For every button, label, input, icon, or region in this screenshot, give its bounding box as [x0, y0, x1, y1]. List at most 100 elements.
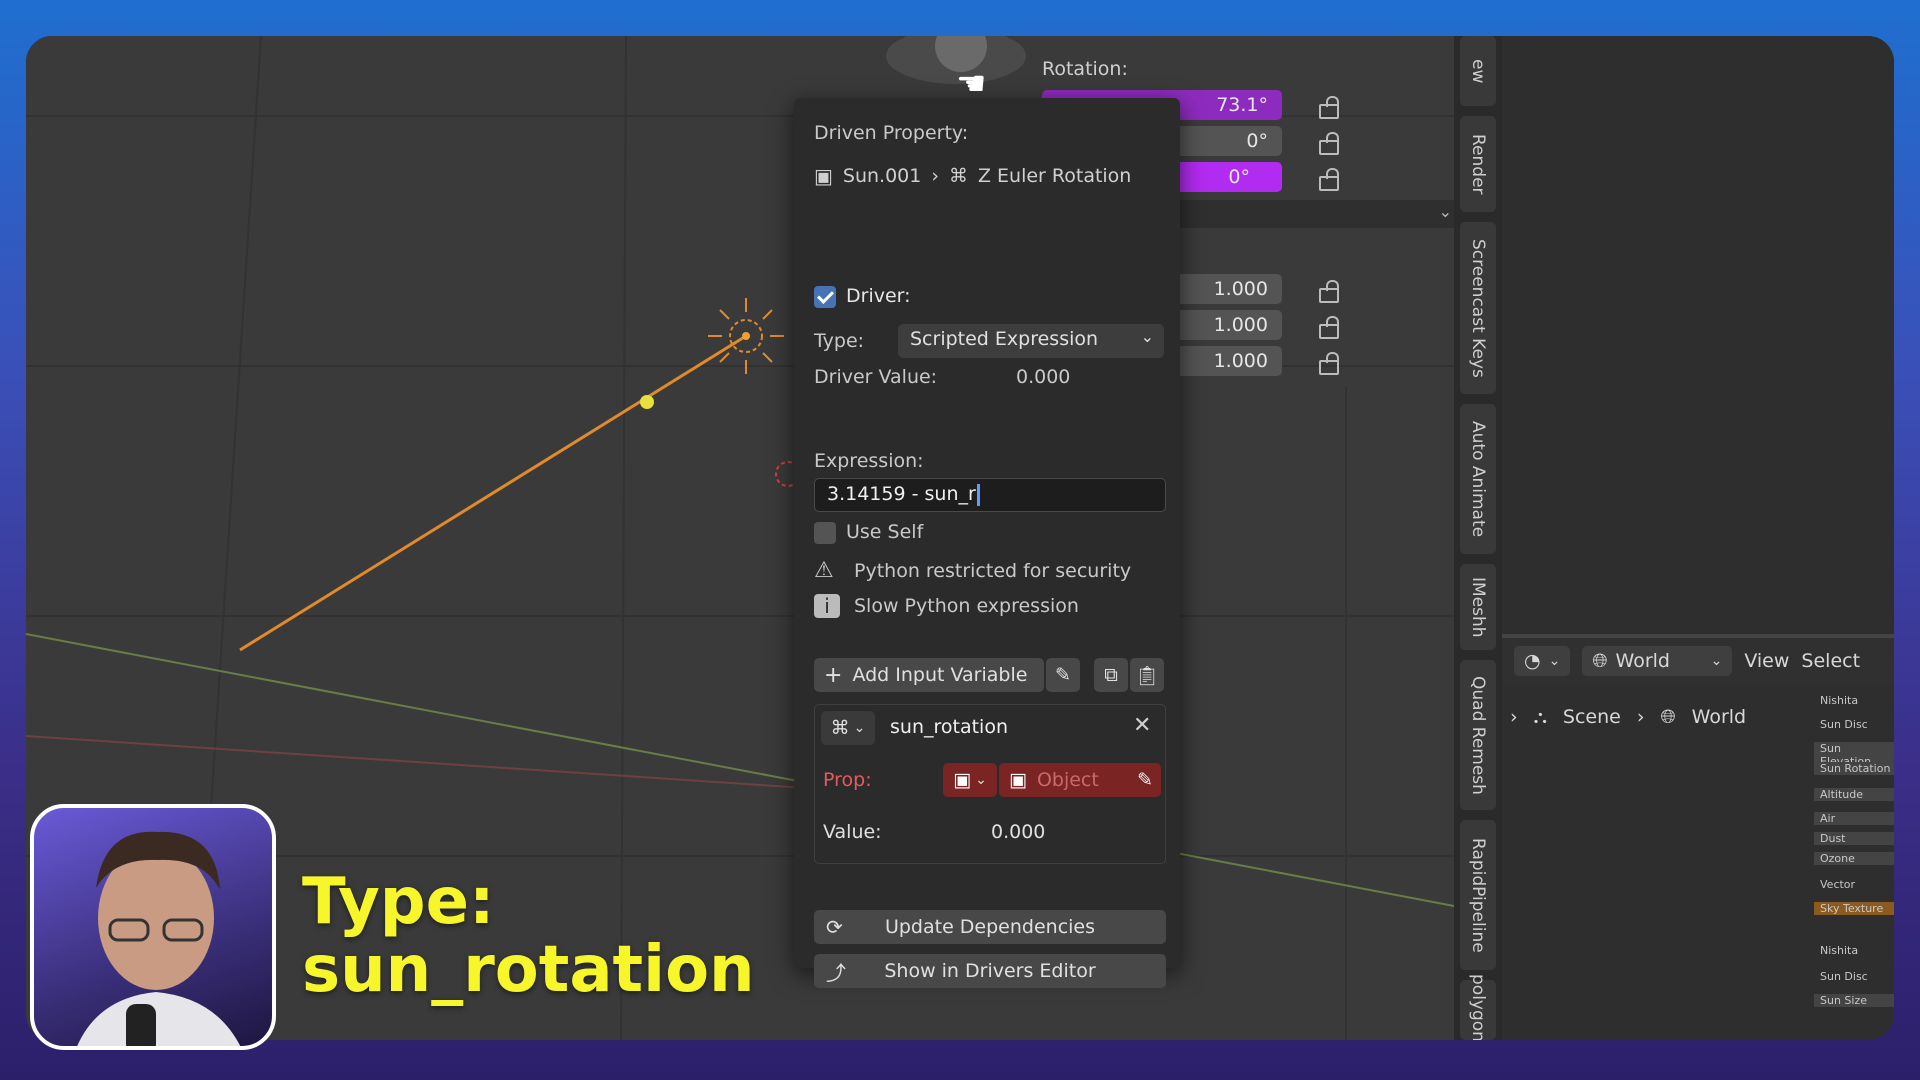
tab-imeshh[interactable]: IMeshh — [1460, 564, 1496, 650]
caption-line-1: Type: — [302, 865, 495, 939]
shader-editor-header: ◔ ⌄ 🌐︎ World ⌄ View Select — [1502, 634, 1894, 684]
type-label: Type: — [814, 330, 865, 352]
variable-panel: ⌘ ⌄ sun_rotation ✕ Prop: ▣ ⌄ ▣ Object ✎ … — [814, 704, 1166, 864]
view-menu[interactable]: View — [1744, 650, 1789, 672]
chevron-down-icon: ⌄ — [1438, 202, 1452, 221]
node-item[interactable]: Dust — [1814, 832, 1894, 845]
plus-icon: + — [824, 662, 843, 688]
node-item[interactable]: Altitude — [1814, 788, 1894, 801]
chevron-down-icon: ⌄ — [853, 720, 866, 736]
copy-icon: ⧉ — [1104, 664, 1118, 686]
variable-name-input[interactable]: sun_rotation — [877, 711, 1121, 745]
paste-icon: 📋︎ — [1134, 664, 1160, 687]
node-item: Nishita — [1820, 944, 1859, 957]
sky-texture-node[interactable]: Nishita Sun Disc Sun Elevation Sun Rotat… — [1814, 694, 1894, 1040]
select-menu[interactable]: Select — [1801, 650, 1860, 672]
tab-polygoni[interactable]: polygoni — [1460, 974, 1496, 1040]
warning-icon: ⚠ — [814, 558, 834, 583]
hand-cursor-icon: ☚ — [956, 64, 987, 104]
object-icon: ▣ — [1009, 769, 1027, 791]
lock-icon[interactable] — [1316, 96, 1339, 119]
expression-label: Expression: — [814, 450, 924, 472]
node-item[interactable]: Air — [1814, 812, 1894, 825]
object-icon: ▣ — [953, 769, 972, 791]
editor-type-dropdown[interactable]: ◔ ⌄ — [1514, 646, 1571, 676]
driver-editor-popup: Driven Property: ▣ Sun.001 › ⌘ Z Euler R… — [794, 98, 1180, 988]
driver-value: 0.000 — [1016, 366, 1071, 388]
shader-editor-area: ◔ ⌄ 🌐︎ World ⌄ View Select › ⛬ Scene › 🌐… — [1502, 36, 1894, 1040]
chevron-down-icon: ⌄ — [1140, 327, 1154, 346]
tab-quad-remesh[interactable]: Quad Remesh — [1460, 660, 1496, 810]
breadcrumb-world[interactable]: World — [1692, 706, 1746, 728]
paste-variables-button[interactable]: 📋︎ — [1130, 658, 1164, 692]
euler-rotation-icon: ⌘ — [948, 165, 968, 187]
update-dependencies-button[interactable]: ⟳ Update Dependencies — [814, 910, 1166, 944]
object-name: Sun.001 — [842, 165, 922, 187]
node-item[interactable]: Sky Texture — [1814, 902, 1894, 915]
world-sphere-icon: ◔ — [1524, 650, 1541, 672]
show-in-drivers-editor-button[interactable]: ⤴ Show in Drivers Editor — [814, 954, 1166, 988]
tab-screencast-keys[interactable]: Screencast Keys — [1460, 222, 1496, 394]
lock-icon[interactable] — [1316, 280, 1339, 303]
lock-icon[interactable] — [1316, 168, 1339, 191]
node-item[interactable]: Sun Rotation — [1814, 762, 1894, 775]
globe-icon: 🌐︎ — [1592, 650, 1608, 672]
tab-render[interactable]: Render — [1460, 116, 1496, 212]
id-type-dropdown[interactable]: ▣ ⌄ — [943, 763, 997, 797]
variable-type-icon: ⌘ — [830, 717, 850, 739]
chevron-right-icon: › — [1636, 706, 1645, 728]
node-item: Vector — [1820, 878, 1856, 891]
expression-input[interactable]: 3.14159 - sun_r — [814, 478, 1166, 512]
use-self-checkbox[interactable] — [814, 522, 836, 544]
driver-enabled-checkbox[interactable] — [814, 286, 836, 308]
tab-auto-animate[interactable]: Auto Animate — [1460, 404, 1496, 554]
lock-icon[interactable] — [1316, 132, 1339, 155]
refresh-icon: ⟳ — [826, 915, 843, 939]
tab-view[interactable]: ew — [1460, 36, 1496, 106]
drivers-editor-icon: ⤴ — [826, 960, 846, 985]
light-target-handle — [640, 395, 654, 409]
lock-icon[interactable] — [1316, 352, 1339, 375]
variable-type-dropdown[interactable]: ⌘ ⌄ — [821, 711, 875, 745]
object-icon: ▣ — [814, 164, 833, 188]
eyedropper-icon: ✎ — [1055, 664, 1071, 686]
copy-variables-button[interactable]: ⧉ — [1094, 658, 1128, 692]
add-input-variable-button[interactable]: + Add Input Variable — [814, 658, 1044, 692]
chevron-right-icon: › — [931, 165, 939, 187]
driven-property-label: Driven Property: — [814, 122, 969, 144]
use-self-label: Use Self — [846, 521, 924, 543]
object-selector[interactable]: ▣ Object ✎ — [999, 763, 1161, 797]
variable-value: 0.000 — [991, 821, 1046, 843]
driver-type-dropdown[interactable]: Scripted Expression ⌄ — [898, 324, 1164, 358]
rotation-label: Rotation: — [1042, 58, 1128, 80]
security-warning: ⚠ Python restricted for security — [814, 558, 1132, 583]
breadcrumb-scene[interactable]: Scene — [1563, 706, 1621, 728]
tab-rapidpipeline[interactable]: RapidPipeline — [1460, 820, 1496, 970]
driven-property-path: ▣ Sun.001 › ⌘ Z Euler Rotation — [814, 164, 1164, 188]
world-selector[interactable]: 🌐︎ World ⌄ — [1582, 646, 1733, 676]
remove-variable-icon[interactable]: ✕ — [1133, 713, 1151, 738]
lock-icon[interactable] — [1316, 316, 1339, 339]
node-item[interactable]: Sun Size — [1814, 994, 1894, 1007]
property-name: Z Euler Rotation — [977, 165, 1132, 187]
node-item: Sun Disc — [1820, 718, 1868, 731]
node-item: Nishita — [1820, 694, 1859, 707]
globe-icon: 🌐︎ — [1660, 706, 1676, 728]
chevron-down-icon: ⌄ — [1548, 653, 1561, 669]
chevron-down-icon: ⌄ — [1710, 653, 1723, 669]
info-icon: i — [814, 594, 840, 618]
eyedropper-button[interactable]: ✎ — [1046, 658, 1080, 692]
chevron-right-icon: › — [1510, 706, 1518, 728]
eyedropper-icon: ✎ — [1137, 769, 1153, 791]
presenter-silhouette — [77, 831, 241, 1046]
caption-line-2: sun_rotation — [302, 933, 755, 1007]
sidebar-tabs: ew Render Screencast Keys Auto Animate I… — [1454, 36, 1502, 1040]
value-label: Value: — [823, 821, 882, 843]
prop-label: Prop: — [823, 769, 872, 791]
presenter-webcam — [30, 804, 276, 1050]
driver-value-label: Driver Value: — [814, 366, 938, 388]
driver-label: Driver: — [846, 285, 911, 307]
slow-expression-info: i Slow Python expression — [814, 594, 1079, 618]
breadcrumb: › ⛬ Scene › 🌐︎ World — [1502, 706, 1746, 728]
node-item[interactable]: Ozone — [1814, 852, 1894, 865]
